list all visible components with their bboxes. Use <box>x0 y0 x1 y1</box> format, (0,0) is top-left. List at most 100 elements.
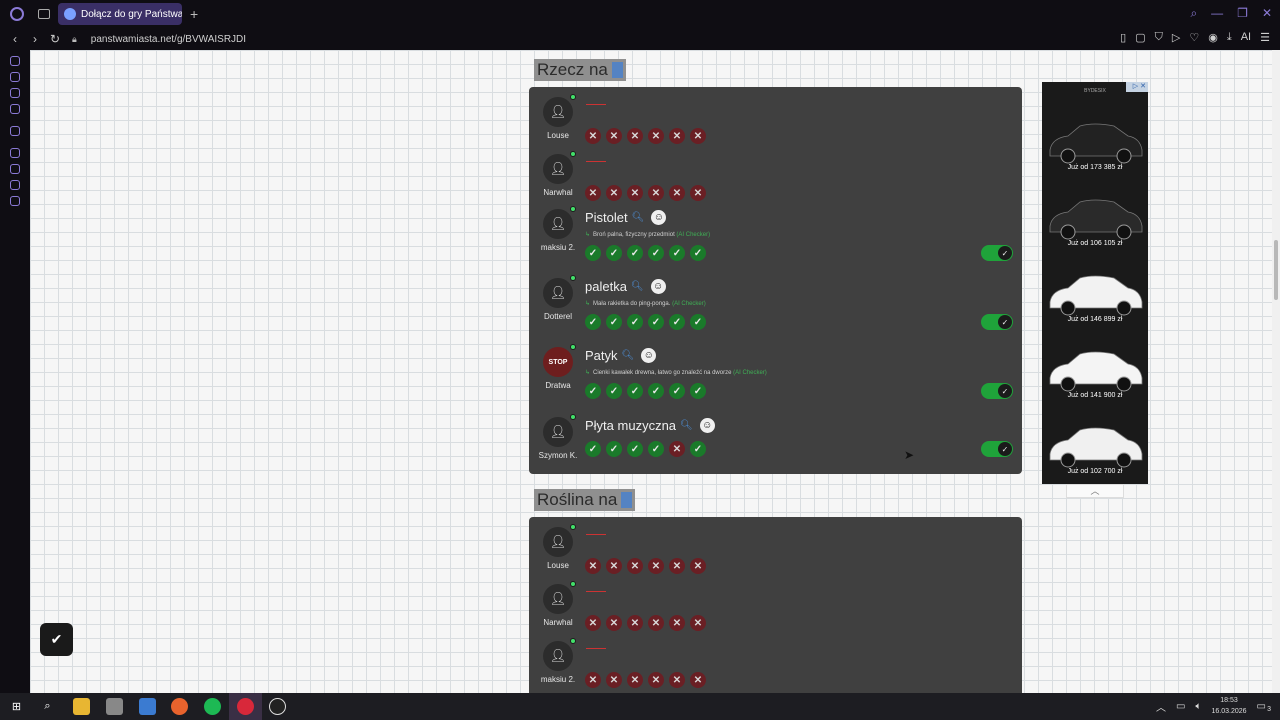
firefox-icon[interactable] <box>171 698 188 715</box>
close-window-button[interactable]: ✕ <box>1262 6 1272 21</box>
vote-yes-icon[interactable]: ✓ <box>648 314 664 330</box>
play-icon[interactable]: ▷ <box>1172 31 1180 44</box>
vote-no-icon[interactable]: ✕ <box>627 185 643 201</box>
vote-no-icon[interactable]: ✕ <box>606 672 622 688</box>
restore-button[interactable]: ❐ <box>1237 6 1248 21</box>
vote-yes-icon[interactable]: ✓ <box>690 314 706 330</box>
twitch-icon[interactable] <box>10 126 20 136</box>
app-icon[interactable] <box>106 698 123 715</box>
ad-collapse-button[interactable]: ︿ <box>1066 484 1124 498</box>
car-image[interactable] <box>1044 262 1146 322</box>
car-advertisement[interactable]: ▷ ✕ BYDESIX Już od 173 385 zł Już od 106 1… <box>1042 82 1148 484</box>
reaction-icon[interactable]: ☺ <box>650 279 666 294</box>
player-avatar[interactable]: 👤︎ <box>543 94 576 127</box>
vote-no-icon[interactable]: ✕ <box>585 672 601 688</box>
snapshot-icon[interactable]: ▢ <box>1135 31 1145 44</box>
vote-no-icon[interactable]: ✕ <box>669 615 685 631</box>
volume-icon[interactable]: 🔈︎ <box>1196 701 1202 712</box>
search-icon[interactable]: 🔍︎ <box>631 281 644 292</box>
clock[interactable]: 18:53 16.03.2026 <box>1212 695 1247 717</box>
vote-yes-icon[interactable]: ✓ <box>648 245 664 261</box>
windows-start-icon[interactable]: ⊞ <box>8 698 25 715</box>
vote-no-icon[interactable]: ✕ <box>648 185 664 201</box>
reaction-icon[interactable]: ☺ <box>641 348 657 363</box>
vote-yes-icon[interactable]: ✓ <box>627 441 643 457</box>
sidebar-item-icon[interactable] <box>10 56 20 66</box>
vote-yes-icon[interactable]: ✓ <box>648 383 664 399</box>
opera-gx-taskbar-icon[interactable] <box>237 698 254 715</box>
tab-active[interactable]: Dołącz do gry Państwa Mi... <box>58 3 182 25</box>
vote-yes-icon[interactable]: ✓ <box>585 383 601 399</box>
bookmark-icon[interactable]: ▯ <box>1120 31 1126 44</box>
accept-toggle[interactable]: ✓ <box>981 314 1013 330</box>
player-avatar[interactable]: 👤︎ <box>543 151 576 184</box>
search-tabs-icon[interactable]: ⌕ <box>1190 6 1197 21</box>
player-avatar[interactable]: 👤︎ <box>543 638 576 671</box>
vote-no-icon[interactable]: ✕ <box>669 128 685 144</box>
vote-yes-icon[interactable]: ✓ <box>606 441 622 457</box>
player-avatar[interactable]: STOP <box>543 344 576 377</box>
url-field[interactable]: panstwamiasta.net/g/BVWAISRJDI <box>91 34 246 45</box>
vote-no-icon[interactable]: ✕ <box>648 558 664 574</box>
vote-no-icon[interactable]: ✕ <box>669 558 685 574</box>
vote-no-icon[interactable]: ✕ <box>690 185 706 201</box>
sidebar-item-icon[interactable] <box>10 72 20 82</box>
vote-no-icon[interactable]: ✕ <box>627 128 643 144</box>
vote-yes-icon[interactable]: ✓ <box>585 441 601 457</box>
player-avatar[interactable]: 👤︎ <box>543 206 576 239</box>
vote-yes-icon[interactable]: ✓ <box>585 314 601 330</box>
vote-no-icon[interactable]: ✕ <box>690 672 706 688</box>
sidebar-item-icon[interactable] <box>10 88 20 98</box>
vote-yes-icon[interactable]: ✓ <box>669 314 685 330</box>
page-scrollbar[interactable] <box>1272 50 1280 693</box>
vote-yes-icon[interactable]: ✓ <box>627 383 643 399</box>
vote-no-icon[interactable]: ✕ <box>606 128 622 144</box>
accept-toggle[interactable]: ✓ <box>981 245 1013 261</box>
player-icon[interactable] <box>10 148 20 158</box>
privacy-shield-button[interactable]: ✔ <box>40 623 73 656</box>
vote-yes-icon[interactable]: ✓ <box>585 245 601 261</box>
vote-no-icon[interactable]: ✕ <box>669 185 685 201</box>
vote-yes-icon[interactable]: ✓ <box>627 245 643 261</box>
taskbar-search-icon[interactable]: ⌕ <box>39 698 56 715</box>
player-avatar[interactable]: 👤︎ <box>543 524 576 557</box>
vote-yes-icon[interactable]: ✓ <box>648 441 664 457</box>
vote-yes-icon[interactable]: ✓ <box>690 245 706 261</box>
vote-no-icon[interactable]: ✕ <box>627 672 643 688</box>
car-image[interactable] <box>1044 186 1146 246</box>
player-avatar[interactable]: 👤︎ <box>543 581 576 614</box>
vote-yes-icon[interactable]: ✓ <box>606 383 622 399</box>
search-icon[interactable]: 🔍︎ <box>680 420 693 431</box>
tray-expand-icon[interactable]: ︿ <box>1156 699 1166 714</box>
vote-no-icon[interactable]: ✕ <box>627 558 643 574</box>
vote-yes-icon[interactable]: ✓ <box>627 314 643 330</box>
vote-no-icon[interactable]: ✕ <box>669 672 685 688</box>
vote-no-icon[interactable]: ✕ <box>585 558 601 574</box>
reaction-icon[interactable]: ☺ <box>651 210 667 225</box>
file-explorer-icon[interactable] <box>73 698 90 715</box>
notifications-icon[interactable]: ▭ 3 <box>1257 701 1271 713</box>
ai-button[interactable]: AI <box>1241 31 1251 44</box>
vote-no-icon[interactable]: ✕ <box>585 615 601 631</box>
vote-yes-icon[interactable]: ✓ <box>690 441 706 457</box>
vote-yes-icon[interactable]: ✓ <box>669 245 685 261</box>
reaction-icon[interactable]: ☺ <box>699 418 715 433</box>
vote-yes-icon[interactable]: ✓ <box>606 314 622 330</box>
forward-button[interactable]: › <box>30 32 40 46</box>
car-image[interactable] <box>1044 414 1146 474</box>
download-icon[interactable]: ⤓ <box>1227 31 1232 44</box>
spotify-icon[interactable] <box>204 698 221 715</box>
reload-button[interactable]: ↻ <box>50 32 60 46</box>
player-avatar[interactable]: 👤︎ <box>543 275 576 308</box>
vote-no-icon[interactable]: ✕ <box>606 558 622 574</box>
sidebar-item-icon[interactable] <box>10 104 20 114</box>
menu-icon[interactable]: ☰ <box>1260 31 1270 44</box>
accept-toggle[interactable]: ✓ <box>981 441 1013 457</box>
minimize-button[interactable]: — <box>1211 6 1223 21</box>
vote-no-icon[interactable]: ✕ <box>690 615 706 631</box>
vote-no-icon[interactable]: ✕ <box>690 128 706 144</box>
car-image[interactable] <box>1044 110 1146 170</box>
car-image[interactable] <box>1044 338 1146 398</box>
vote-no-icon[interactable]: ✕ <box>669 441 685 457</box>
opera-gx-icon[interactable] <box>10 7 24 21</box>
